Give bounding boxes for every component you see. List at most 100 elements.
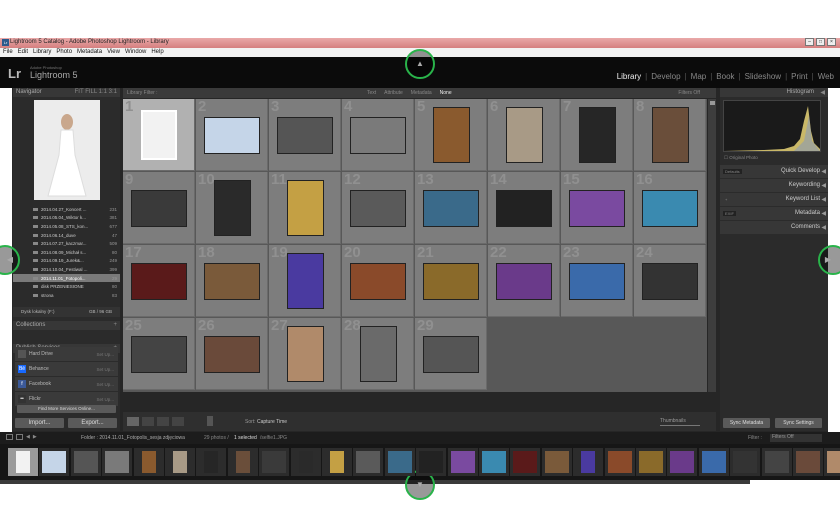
photo-thumbnail[interactable] xyxy=(569,262,625,300)
thumbnail-size-slider[interactable] xyxy=(660,425,700,426)
filter-tab-attribute[interactable]: Attribute xyxy=(384,90,403,96)
filmstrip-thumbnail[interactable] xyxy=(105,451,130,473)
filmstrip-scrollbar[interactable] xyxy=(0,480,750,484)
filmstrip-thumbnail[interactable] xyxy=(387,451,412,473)
sync-metadata-button[interactable]: Sync Metadata xyxy=(723,418,770,428)
grid-cell[interactable]: 29 xyxy=(415,317,487,390)
grid-cell[interactable]: 15 xyxy=(561,171,633,244)
filmstrip-thumbnail[interactable] xyxy=(482,451,506,473)
painter-icon[interactable] xyxy=(207,416,213,426)
grid-toggle-icon[interactable] xyxy=(16,434,23,440)
menu-library[interactable]: Library xyxy=(33,49,51,57)
import-button[interactable]: Import... xyxy=(15,418,64,428)
keywording-header[interactable]: Keywording ◀ xyxy=(720,179,828,192)
grid-cell[interactable]: 5 xyxy=(415,98,487,171)
photo-thumbnail[interactable] xyxy=(141,110,177,160)
forward-arrow-icon[interactable]: ▶ xyxy=(33,434,37,440)
grid-cell[interactable]: 9 xyxy=(123,171,195,244)
photo-thumbnail[interactable] xyxy=(651,107,689,163)
photo-thumbnail[interactable] xyxy=(131,189,187,227)
folder-item[interactable]: 2014.04.27_Koncert ... 231 xyxy=(13,205,120,214)
folder-item[interactable]: 2014.07.27_kaczmar... 509 xyxy=(13,239,120,248)
grid-cell[interactable]: 10 xyxy=(196,171,268,244)
filmstrip-thumbnail[interactable] xyxy=(356,451,381,473)
loupe-view-icon[interactable] xyxy=(142,417,154,426)
filmstrip-thumbnail[interactable] xyxy=(581,451,596,473)
filmstrip-thumbnail[interactable] xyxy=(670,451,695,473)
publish-service-hard-drive[interactable]: Hard Drive Set Up... xyxy=(15,347,118,361)
original-photo-checkbox[interactable]: ☐ Original Photo xyxy=(724,155,758,161)
grid-cell[interactable]: 8 xyxy=(634,98,706,171)
survey-view-icon[interactable] xyxy=(172,417,184,426)
filmstrip-thumbnail[interactable] xyxy=(607,451,632,473)
filmstrip-thumbnail[interactable] xyxy=(513,451,538,473)
folder-item[interactable]: 2014.05.04_Wiktor k... 381 xyxy=(13,214,120,223)
minimize-button[interactable]: – xyxy=(805,38,814,46)
drive-row[interactable]: Dysk lokalny (F:) GB / 96 GB xyxy=(13,307,120,317)
export-button[interactable]: Export... xyxy=(68,418,117,428)
module-print[interactable]: Print xyxy=(791,72,807,81)
set-up-link[interactable]: Set Up... xyxy=(96,397,114,402)
set-up-link[interactable]: Set Up... xyxy=(96,352,114,357)
grid-cell[interactable]: 13 xyxy=(415,171,487,244)
filmstrip-thumbnail[interactable] xyxy=(450,451,475,473)
top-panel-toggle[interactable]: ▲ xyxy=(405,49,435,79)
filmstrip-thumbnail[interactable] xyxy=(141,451,156,473)
grid-cell[interactable]: 3 xyxy=(269,98,341,171)
photo-thumbnail[interactable] xyxy=(423,262,479,300)
photo-thumbnail[interactable] xyxy=(359,326,397,382)
menu-view[interactable]: View xyxy=(107,49,120,57)
grid-cell[interactable]: 21 xyxy=(415,244,487,317)
grid-scrollbar[interactable] xyxy=(708,99,716,392)
menu-window[interactable]: Window xyxy=(125,49,146,57)
module-develop[interactable]: Develop xyxy=(651,72,680,81)
photo-thumbnail[interactable] xyxy=(423,189,479,227)
grid-cell[interactable]: 12 xyxy=(342,171,414,244)
photo-thumbnail[interactable] xyxy=(204,262,260,300)
filmstrip-thumbnail[interactable] xyxy=(173,451,187,473)
filmstrip-thumbnail[interactable] xyxy=(16,451,30,473)
photo-thumbnail[interactable] xyxy=(204,335,260,373)
filmstrip-thumbnail[interactable] xyxy=(639,451,663,473)
grid-view-icon[interactable] xyxy=(127,417,139,426)
publish-service-behance[interactable]: Bē Behance Set Up... xyxy=(15,362,118,376)
photo-thumbnail[interactable] xyxy=(204,116,260,154)
filmstrip-thumbnail[interactable] xyxy=(298,451,313,473)
filter-tab-metadata[interactable]: Metadata xyxy=(411,90,432,96)
folder-item[interactable]: 2014.11.01_Fotopoli... 29 xyxy=(13,273,120,283)
photo-thumbnail[interactable] xyxy=(350,262,406,300)
set-up-link[interactable]: Set Up... xyxy=(96,367,114,372)
photo-thumbnail[interactable] xyxy=(286,253,324,309)
module-slideshow[interactable]: Slideshow xyxy=(745,72,781,81)
grid-cell[interactable]: 24 xyxy=(634,244,706,317)
grid-cell[interactable]: 25 xyxy=(123,317,195,390)
photo-thumbnail[interactable] xyxy=(496,262,552,300)
filmstrip-thumbnail[interactable] xyxy=(330,451,344,473)
left-panel-toggle[interactable]: ◀ xyxy=(0,245,20,275)
module-map[interactable]: Map xyxy=(691,72,707,81)
filmstrip-thumbnail[interactable] xyxy=(204,451,219,473)
photo-thumbnail[interactable] xyxy=(578,107,616,163)
histogram-header[interactable]: Histogram ◀ xyxy=(720,88,828,97)
photo-thumbnail[interactable] xyxy=(350,116,406,154)
filmstrip-filter-dropdown[interactable]: Filters Off xyxy=(770,434,822,442)
grid-cell[interactable]: 4 xyxy=(342,98,414,171)
secondary-window-icon[interactable] xyxy=(6,434,13,440)
publish-service-facebook[interactable]: f Facebook Set Up... xyxy=(15,377,118,391)
photo-thumbnail[interactable] xyxy=(213,180,251,236)
photo-thumbnail[interactable] xyxy=(350,189,406,227)
photo-thumbnail[interactable] xyxy=(642,189,698,227)
grid-cell[interactable]: 7 xyxy=(561,98,633,171)
metadata-preset-dropdown[interactable]: EXIF xyxy=(723,211,736,216)
module-library[interactable]: Library xyxy=(617,72,641,81)
grid-cell[interactable]: 22 xyxy=(488,244,560,317)
filmstrip-thumbnail[interactable] xyxy=(42,451,67,473)
navigator-zoom[interactable]: FIT FILL 1:1 3:1 xyxy=(75,89,117,95)
right-panel-toggle[interactable]: ▶ xyxy=(818,245,840,275)
grid-cell[interactable]: 28 xyxy=(342,317,414,390)
folder-item[interactable]: 2014.05.08_STS_kon... 677 xyxy=(13,222,120,231)
photo-thumbnail[interactable] xyxy=(432,107,470,163)
keyword-list-header[interactable]: + Keyword List ◀ xyxy=(720,193,828,206)
grid-cell[interactable]: 14 xyxy=(488,171,560,244)
grid-cell[interactable]: 17 xyxy=(123,244,195,317)
